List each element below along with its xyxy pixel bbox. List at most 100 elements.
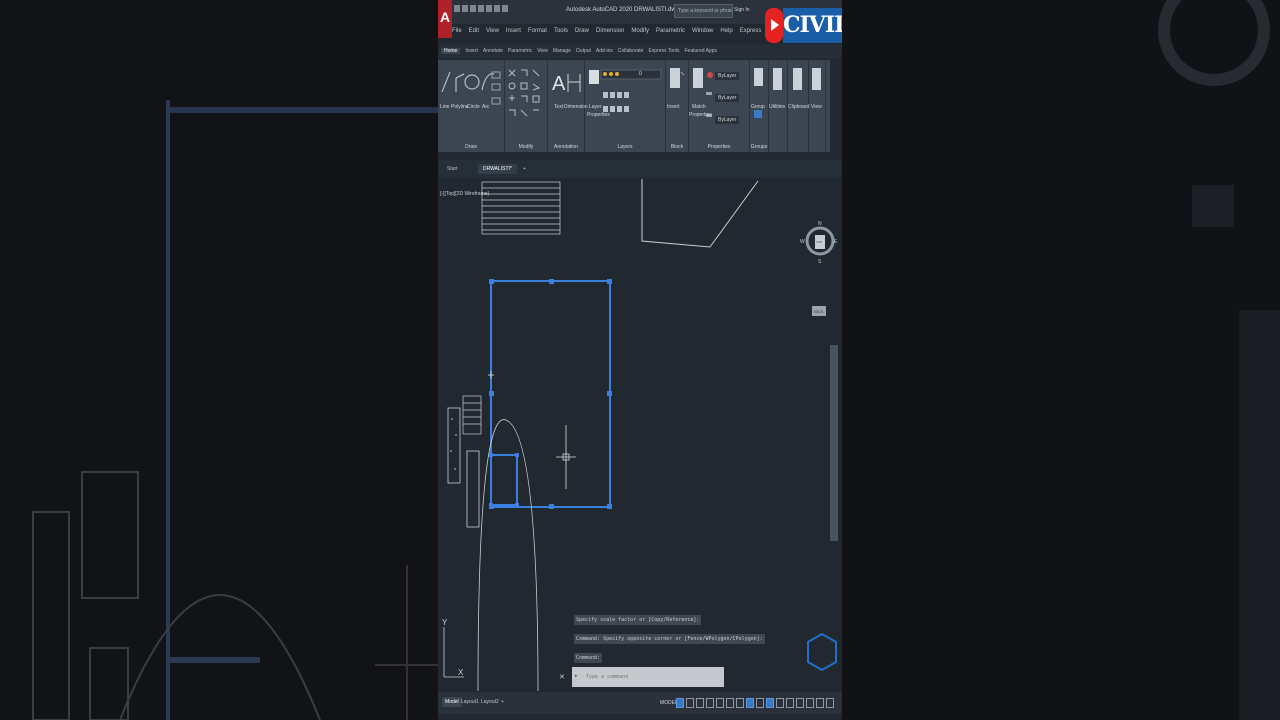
linetype-dropdown[interactable]: ByLayer	[715, 94, 740, 102]
menu-item-view[interactable]: View	[486, 28, 499, 34]
ribbon-tab-add-ins[interactable]: Add-ins	[596, 48, 613, 54]
menu-item-window[interactable]: Window	[692, 28, 713, 34]
polar-toggle-icon[interactable]	[706, 698, 714, 708]
ribbon-panel-modify: Modify	[505, 60, 548, 152]
new-icon[interactable]	[454, 5, 460, 12]
annotation-monitor-icon[interactable]	[796, 698, 804, 708]
viewcube-compass: N S E W TOP	[800, 221, 838, 265]
menu-item-edit[interactable]: Edit	[469, 28, 479, 34]
plot-icon[interactable]	[486, 5, 492, 12]
tool-match[interactable]: Match	[692, 104, 706, 110]
menu-item-insert[interactable]: Insert	[506, 28, 521, 34]
tool-view[interactable]: View	[811, 104, 822, 110]
ribbon-tab-parametric[interactable]: Parametric	[508, 48, 532, 54]
crosshair-cursor	[556, 425, 576, 489]
tool-polyline[interactable]: Polyline	[451, 104, 469, 110]
add-layout-plus-icon[interactable]: +	[498, 697, 507, 707]
panel-title-modify[interactable]: Modify	[505, 144, 547, 150]
quick-properties-icon[interactable]	[816, 698, 824, 708]
ribbon-tab-express-tools[interactable]: Express Tools	[648, 48, 679, 54]
tool-layer-properties[interactable]: Properties	[587, 112, 610, 118]
ribbon-tab-view[interactable]: View	[537, 48, 548, 54]
status-toggles	[676, 698, 834, 708]
annotation-scale-icon[interactable]	[776, 698, 784, 708]
tool-circle[interactable]: Circle	[467, 104, 480, 110]
lineweight-dropdown[interactable]: ByLayer	[715, 116, 740, 124]
panel-title-layers[interactable]: Layers	[585, 144, 665, 150]
object-snap-tracking-icon[interactable]	[726, 698, 734, 708]
tool-arc[interactable]: Arc	[482, 104, 490, 110]
sign-in-link[interactable]: Sign In	[734, 7, 750, 13]
svg-text:WCS: WCS	[814, 309, 824, 314]
background-left-drawing	[32, 100, 438, 720]
quick-access-toolbar[interactable]	[454, 5, 508, 12]
grid-toggle-icon[interactable]	[676, 698, 684, 708]
new-tab-plus-icon[interactable]: +	[518, 164, 531, 174]
menu-item-parametric[interactable]: Parametric	[656, 28, 685, 34]
panel-title-annotation[interactable]: Annotation	[548, 144, 584, 150]
layers-tools-icons	[589, 69, 662, 112]
compass-w: W	[800, 239, 805, 245]
ribbon-tab-featured-apps[interactable]: Featured Apps	[685, 48, 718, 54]
open-icon[interactable]	[462, 5, 468, 12]
undo-icon[interactable]	[494, 5, 500, 12]
menu-item-express[interactable]: Express	[740, 28, 762, 34]
tool-insert[interactable]: Insert	[667, 104, 680, 110]
save-as-icon[interactable]	[478, 5, 484, 12]
panel-title-block[interactable]: Block	[666, 144, 688, 150]
menu-item-format[interactable]: Format	[528, 28, 547, 34]
ribbon-tab-annotate[interactable]: Annotate	[483, 48, 503, 54]
ribbon-tab-insert[interactable]: Insert	[465, 48, 478, 54]
ribbon-tab-manage[interactable]: Manage	[553, 48, 571, 54]
tool-text[interactable]: Text	[554, 104, 563, 110]
save-icon[interactable]	[470, 5, 476, 12]
tool-clipboard[interactable]: Clipboard	[788, 104, 809, 110]
file-tab-start[interactable]: Start	[442, 164, 463, 174]
ribbon-tab-home[interactable]: Home	[441, 48, 461, 54]
ribbon-tab-collaborate[interactable]: Collaborate	[618, 48, 644, 54]
tool-properties[interactable]: Properties	[689, 112, 712, 118]
tool-layer[interactable]: Layer	[589, 104, 602, 110]
youtube-icon	[765, 8, 783, 43]
panel-title-draw[interactable]: Draw	[438, 144, 504, 150]
menu-item-dimension[interactable]: Dimension	[596, 28, 624, 34]
menu-item-tools[interactable]: Tools	[554, 28, 568, 34]
selection-cycling-icon[interactable]	[766, 698, 774, 708]
units-icon[interactable]	[806, 698, 814, 708]
workspace-gear-icon[interactable]	[786, 698, 794, 708]
viewcube-top-face: TOP	[816, 240, 822, 244]
redo-icon[interactable]	[502, 5, 508, 12]
menu-item-file[interactable]: File	[452, 28, 462, 34]
file-tab-drawing[interactable]: DRWALISTI*	[478, 164, 517, 174]
isodraft-icon[interactable]	[716, 698, 724, 708]
close-command-line-icon[interactable]: ✕	[559, 673, 565, 681]
modify-tools-icons	[508, 69, 541, 117]
brick-hatch-top	[481, 181, 561, 235]
tool-utilities[interactable]: Utilities	[769, 104, 785, 110]
object-snap-icon[interactable]	[736, 698, 744, 708]
command-input[interactable]	[586, 671, 716, 683]
ribbon-tab-output[interactable]: Output	[576, 48, 591, 54]
ortho-toggle-icon[interactable]	[696, 698, 704, 708]
menu-item-modify[interactable]: Modify	[631, 28, 649, 34]
block-tools-icons	[670, 68, 685, 88]
panel-title-properties[interactable]: Properties	[689, 144, 749, 150]
tool-group[interactable]: Group	[751, 104, 765, 110]
snap-toggle-icon[interactable]	[686, 698, 694, 708]
autocad-logo-icon[interactable]: A	[438, 0, 452, 38]
lineweight-toggle-icon[interactable]	[746, 698, 754, 708]
background-right-drawing	[1158, 0, 1280, 720]
search-input[interactable]: Type a keyword or phrase	[674, 4, 733, 18]
panel-title-groups[interactable]: Groups	[750, 144, 768, 150]
color-dropdown[interactable]: ByLayer	[715, 72, 740, 80]
layer-properties-icon	[589, 70, 599, 84]
menu-item-help[interactable]: Help	[720, 28, 732, 34]
drawing-canvas[interactable]: [-][Top][2D Wireframe] Y X N S E W TOP W…	[438, 179, 842, 691]
tool-line[interactable]: Line	[440, 104, 449, 110]
current-layer-value[interactable]: 0	[639, 71, 642, 77]
command-line[interactable]: ▸	[572, 667, 724, 687]
customization-menu-icon[interactable]	[826, 698, 834, 708]
ucs-x-label: X	[458, 668, 464, 677]
menu-item-draw[interactable]: Draw	[575, 28, 589, 34]
transparency-icon[interactable]	[756, 698, 764, 708]
